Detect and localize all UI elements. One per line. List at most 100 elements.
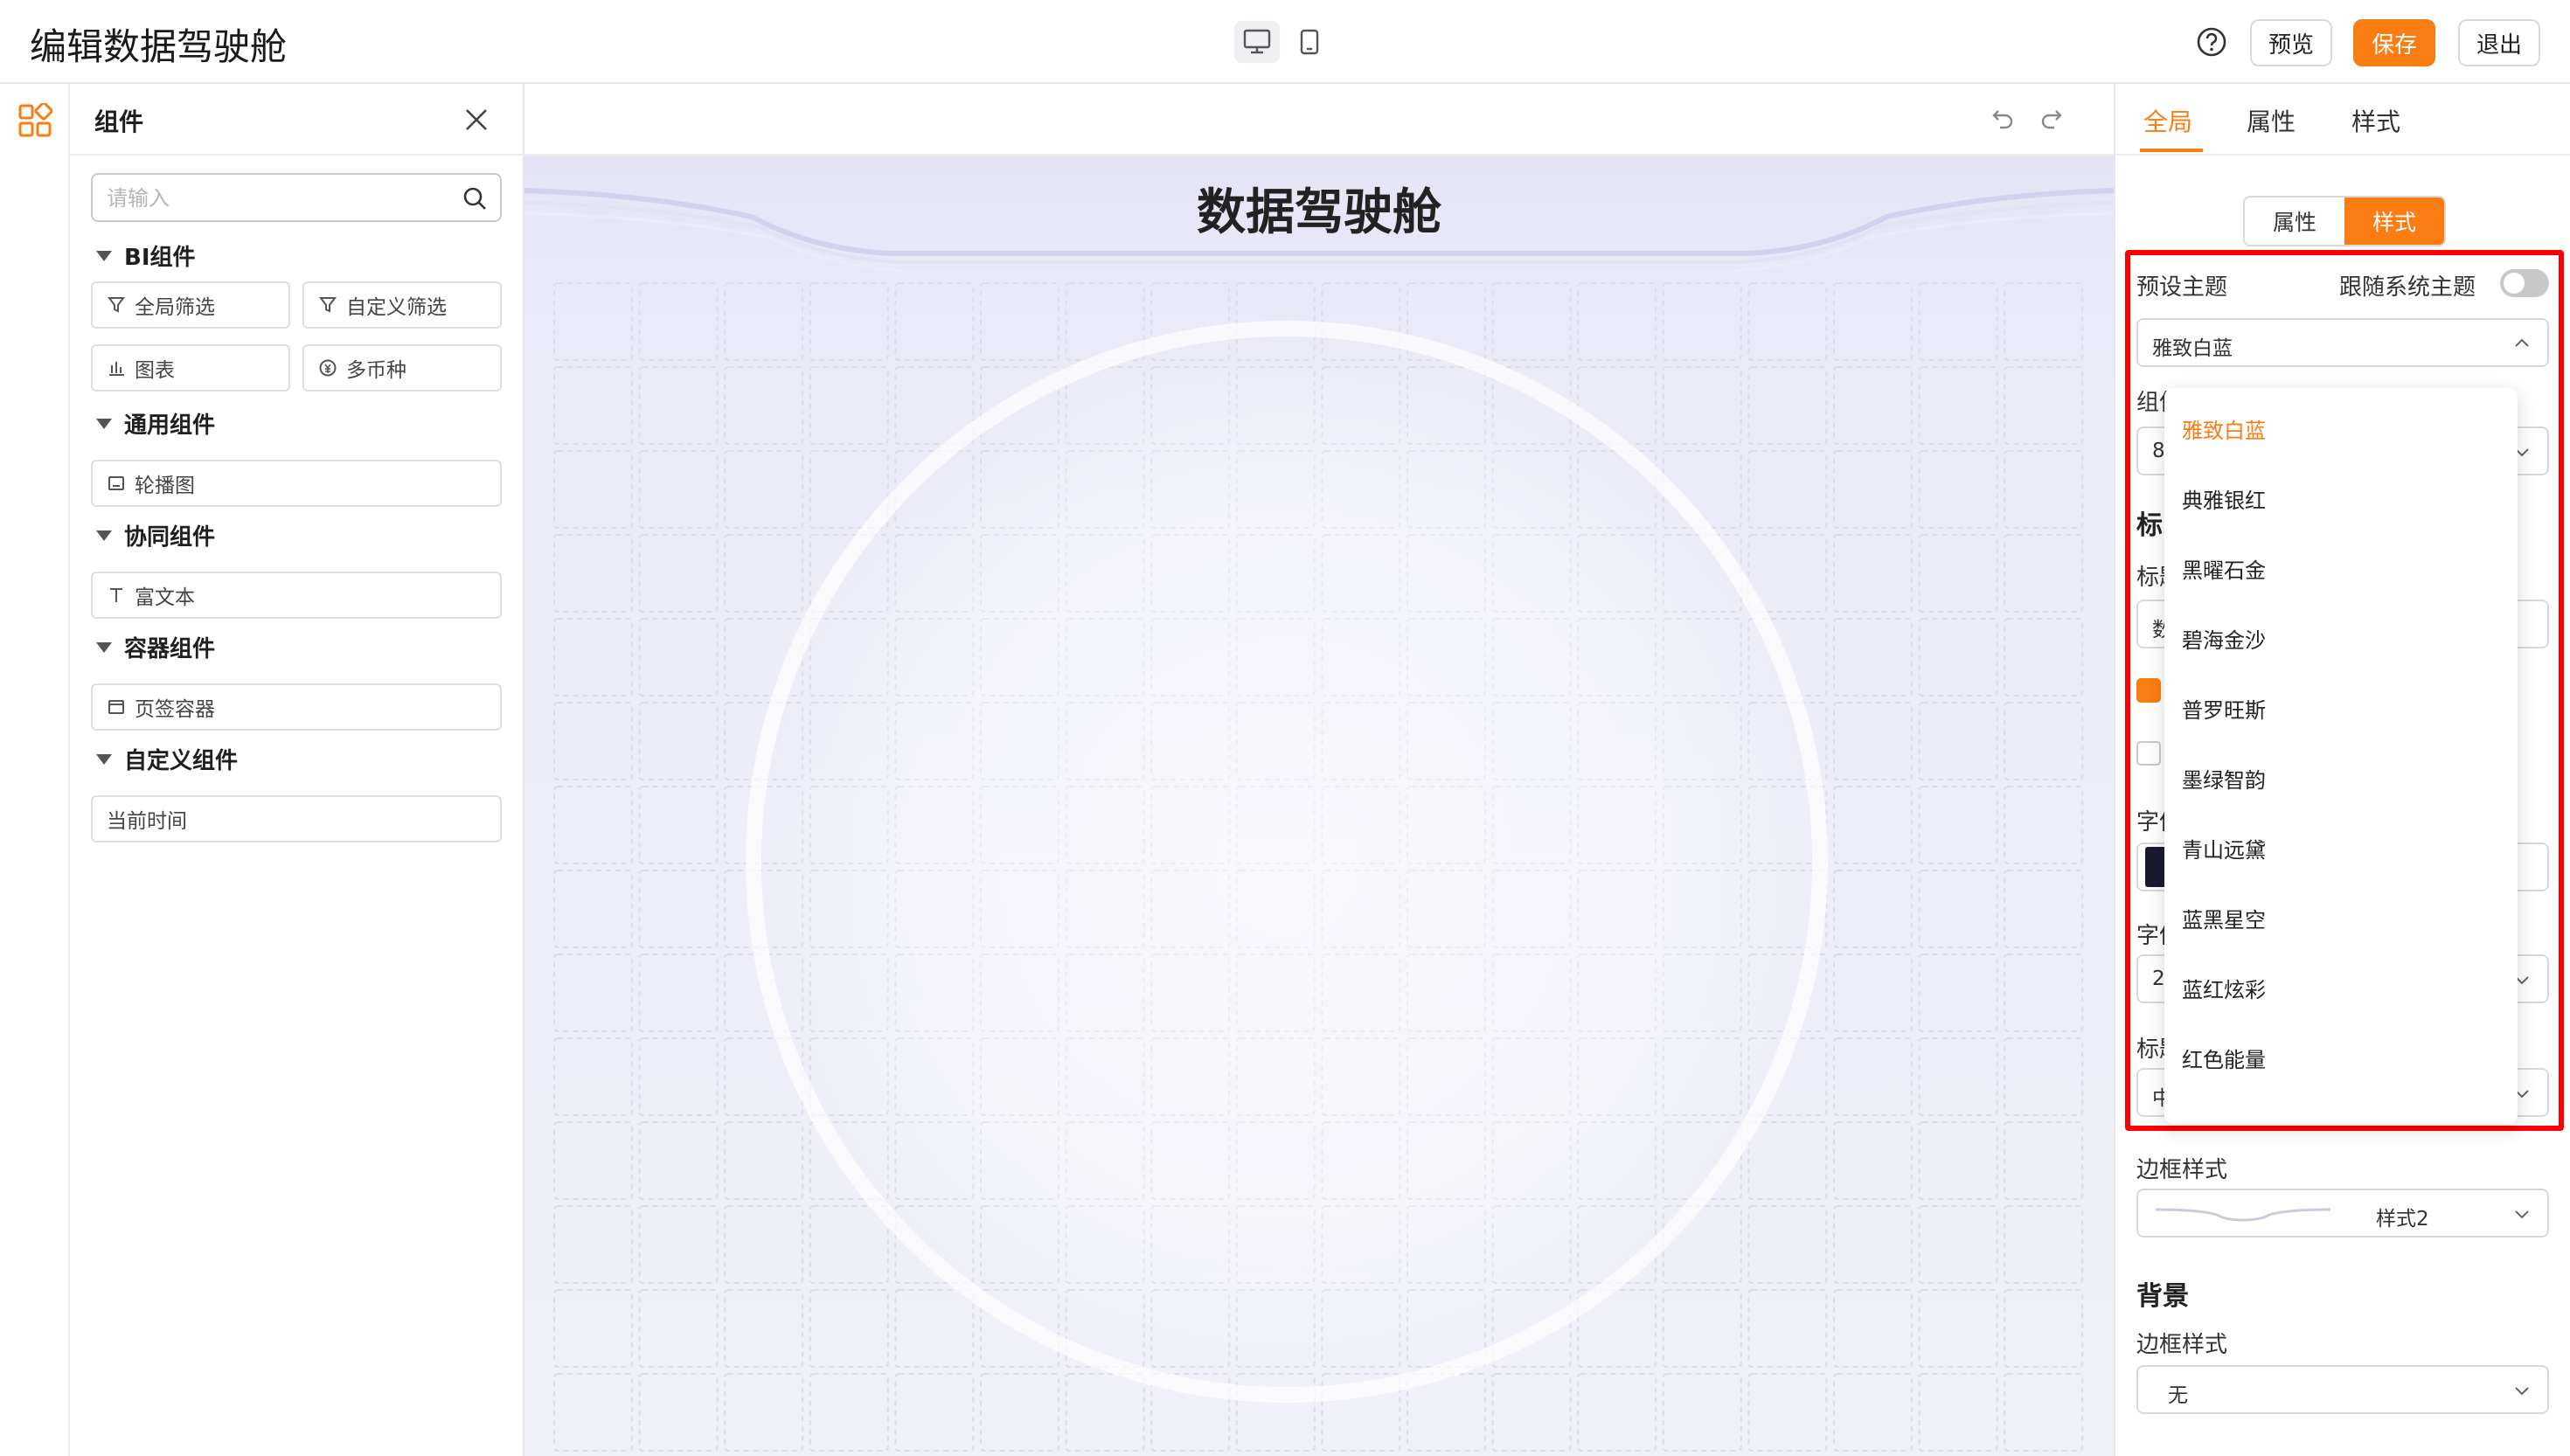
component-label: 全局筛选 (135, 296, 215, 319)
component-label: 自定义筛选 (346, 296, 447, 319)
filter-icon (319, 297, 337, 313)
active-tab-indicator (2140, 149, 2203, 152)
mobile-view-button[interactable] (1287, 21, 1332, 63)
desktop-view-button[interactable] (1234, 21, 1280, 63)
group-title-custom: 自定义组件 (124, 748, 239, 774)
caret-down-icon (96, 250, 112, 261)
caret-down-icon (96, 753, 112, 765)
segment-properties[interactable]: 属性 (2245, 198, 2344, 245)
theme-select-value: 雅致白蓝 (2152, 337, 2233, 360)
theme-option-lanhong-xuancai[interactable]: 蓝红炫彩 (2164, 953, 2518, 1023)
border-style-value: 样式2 (2376, 1208, 2429, 1231)
search-icon[interactable] (462, 185, 488, 211)
theme-option-provence[interactable]: 普罗旺斯 (2164, 673, 2518, 743)
components-panel: 组件 BI组件 全局筛选 自定义筛选 图表 多币种 通用组件 轮播图 协同组件 … (70, 84, 524, 1456)
theme-option-lanhei-xingkong[interactable]: 蓝黑星空 (2164, 883, 2518, 953)
border-style-preview (2156, 1208, 2330, 1222)
left-rail (0, 84, 70, 1456)
search-input[interactable] (107, 182, 448, 215)
component-multi-currency[interactable]: 多币种 (302, 344, 502, 392)
follow-system-label: 跟随系统主题 (2339, 274, 2476, 301)
help-icon[interactable] (2196, 26, 2227, 58)
component-label: 页签容器 (135, 698, 215, 721)
group-custom[interactable]: 自定义组件 (96, 743, 238, 775)
component-carousel[interactable]: 轮播图 (91, 460, 502, 507)
close-icon[interactable] (462, 105, 491, 135)
component-label: 图表 (135, 359, 175, 382)
theme-option-dianya-yinhong[interactable]: 典雅银红 (2164, 463, 2518, 533)
redo-icon[interactable] (2039, 105, 2068, 135)
background-border-select[interactable]: 无 (2136, 1365, 2549, 1414)
theme-option-qingshan-yuandai[interactable]: 青山远黛 (2164, 813, 2518, 883)
component-chart[interactable]: 图表 (91, 344, 290, 392)
component-label: 当前时间 (107, 810, 187, 833)
theme-select[interactable]: 雅致白蓝 (2136, 318, 2549, 367)
caret-down-icon (96, 418, 112, 429)
border-style-label: 边框样式 (2136, 1157, 2228, 1183)
background-border-value: 无 (2168, 1384, 2188, 1407)
component-setting-value: 8 (2152, 440, 2165, 462)
background-heading: 背景 (2136, 1281, 2189, 1312)
group-title-container: 容器组件 (124, 636, 216, 662)
tab-properties[interactable]: 属性 (2247, 103, 2296, 138)
top-bar: 编辑数据驾驶舱 预览 保存 退出 (0, 0, 2570, 84)
component-tab-container[interactable]: 页签容器 (91, 683, 502, 731)
background-border-label: 边框样式 (2136, 1332, 2228, 1358)
component-search[interactable] (91, 173, 502, 222)
component-label: 富文本 (135, 586, 195, 609)
title-show-checkbox[interactable] (2136, 678, 2161, 703)
component-label: 轮播图 (135, 475, 195, 497)
group-container[interactable]: 容器组件 (96, 631, 215, 663)
components-panel-title: 组件 (94, 107, 144, 136)
canvas-toolbar (524, 84, 2114, 156)
follow-system-toggle[interactable] (2500, 269, 2549, 297)
canvas-area: 数据驾驶舱 (524, 84, 2114, 1456)
component-custom-filter[interactable]: 自定义筛选 (302, 281, 502, 329)
save-button[interactable]: 保存 (2353, 19, 2435, 66)
dashboard-canvas[interactable]: 数据驾驶舱 (524, 156, 2114, 1456)
component-rich-text[interactable]: 富文本 (91, 572, 502, 619)
bar-chart-icon (109, 362, 124, 376)
exit-button[interactable]: 退出 (2458, 19, 2540, 66)
chevron-down-icon (2515, 1387, 2529, 1396)
title-option-checkbox[interactable] (2136, 741, 2161, 766)
page-title: 编辑数据驾驶舱 (30, 25, 288, 68)
theme-option-molv-zhiyun[interactable]: 墨绿智韵 (2164, 743, 2518, 813)
border-style-select[interactable]: 样式2 (2136, 1189, 2549, 1238)
theme-option-bihai-jinsha[interactable]: 碧海金沙 (2164, 603, 2518, 673)
component-global-filter[interactable]: 全局筛选 (91, 281, 290, 329)
theme-option-hongse-nengliang[interactable]: 红色能量 (2164, 1023, 2518, 1092)
desktop-icon (1243, 29, 1271, 54)
group-bi[interactable]: BI组件 (96, 239, 196, 272)
chevron-up-icon (2515, 338, 2529, 347)
group-title-bi: BI组件 (124, 245, 196, 271)
carousel-icon (108, 476, 124, 490)
theme-option-heiyao-shijin[interactable]: 黑曜石金 (2164, 533, 2518, 603)
currency-icon (319, 359, 337, 377)
property-style-switch: 属性 样式 (2243, 196, 2446, 246)
theme-option-yazhi-baila[interactable]: 雅致白蓝 (2164, 393, 2518, 463)
title-heading: 标 (2136, 510, 2163, 541)
segment-style[interactable]: 样式 (2344, 198, 2444, 245)
mobile-icon (1300, 29, 1319, 55)
text-icon (110, 588, 122, 602)
group-collab[interactable]: 协同组件 (96, 519, 215, 551)
component-current-time[interactable]: 当前时间 (91, 795, 502, 842)
caret-down-icon (96, 530, 112, 541)
preview-button[interactable]: 预览 (2250, 19, 2332, 66)
tab-style[interactable]: 样式 (2351, 103, 2400, 138)
components-grid-icon[interactable] (17, 103, 52, 138)
canvas-grid (551, 280, 2087, 1456)
group-general[interactable]: 通用组件 (96, 407, 215, 440)
tab-container-icon (108, 700, 124, 714)
font-size-value: 2 (2152, 967, 2165, 990)
components-panel-header: 组件 (70, 84, 524, 156)
undo-icon[interactable] (1986, 105, 2016, 135)
theme-dropdown: 雅致白蓝 典雅银红 黑曜石金 碧海金沙 普罗旺斯 墨绿智韵 青山远黛 蓝黑星空 … (2164, 388, 2518, 1124)
chevron-down-icon (2515, 1210, 2529, 1219)
group-title-general: 通用组件 (124, 413, 216, 439)
settings-tabs: 全局 属性 样式 (2115, 84, 2570, 156)
tab-global[interactable]: 全局 (2143, 103, 2192, 138)
preset-theme-label: 预设主题 (2136, 274, 2228, 301)
dashboard-title[interactable]: 数据驾驶舱 (524, 173, 2114, 244)
